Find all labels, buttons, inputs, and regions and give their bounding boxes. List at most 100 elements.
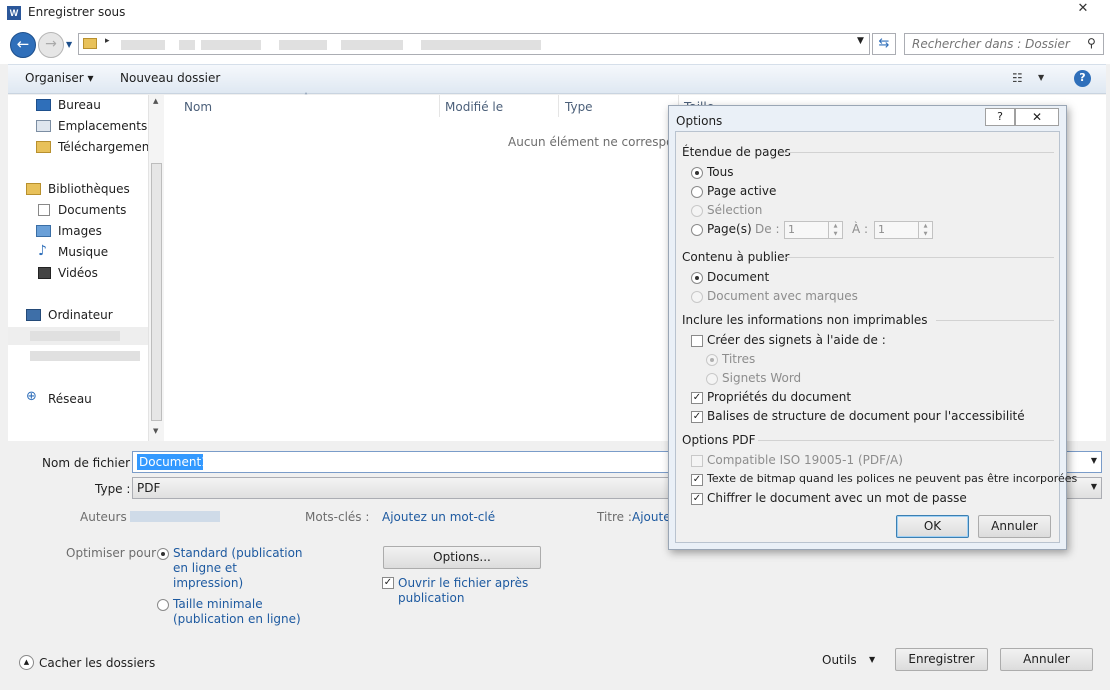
properties-label[interactable]: Propriétés du document: [707, 390, 851, 404]
bookmarks-checkbox[interactable]: [691, 335, 703, 347]
range-current-label[interactable]: Page active: [707, 184, 776, 198]
column-divider[interactable]: [439, 95, 440, 117]
address-bar[interactable]: ▸ ▼: [78, 33, 870, 55]
help-icon[interactable]: ?: [1074, 70, 1091, 87]
optimize-standard-label-1[interactable]: Standard (publication: [173, 546, 303, 560]
save-button[interactable]: Enregistrer: [895, 648, 988, 671]
add-keyword-link[interactable]: Ajoutez un mot-clé: [382, 510, 495, 524]
publish-document-radio[interactable]: [691, 272, 703, 284]
redacted-path-segment: [421, 40, 481, 50]
hide-folders-button[interactable]: Cacher les dossiers: [39, 656, 155, 670]
title-bar: W Enregistrer sous ✕: [0, 0, 1110, 26]
cancel-button[interactable]: Annuler: [1000, 648, 1093, 671]
filename-input[interactable]: [137, 454, 203, 470]
refresh-button[interactable]: ⇆: [872, 33, 896, 55]
dialog-ok-button[interactable]: OK: [896, 515, 969, 538]
new-folder-button[interactable]: Nouveau dossier: [120, 71, 220, 85]
network-icon: ⊕: [26, 389, 37, 404]
redacted-path-segment: [279, 40, 327, 50]
nav-item-music[interactable]: Musique: [58, 245, 108, 259]
optimize-standard-label-2[interactable]: en ligne et: [173, 561, 237, 575]
tools-chevron-down-icon[interactable]: ▼: [869, 655, 875, 664]
redacted-label: [30, 351, 140, 361]
breadcrumb-separator-icon[interactable]: ▸: [105, 36, 110, 46]
range-all-label[interactable]: Tous: [707, 165, 734, 179]
search-input[interactable]: [905, 34, 1083, 54]
publish-document-label[interactable]: Document: [707, 270, 769, 284]
scroll-up-icon[interactable]: ▲: [153, 97, 158, 105]
stepper-arrows-icon[interactable]: ▲ ▼: [828, 222, 842, 238]
window-close-button[interactable]: ✕: [1060, 0, 1106, 20]
optimize-standard-radio[interactable]: [157, 548, 169, 560]
encrypt-checkbox[interactable]: ✓: [691, 493, 703, 505]
range-to-stepper[interactable]: 1 ▲ ▼: [874, 221, 933, 239]
dialog-cancel-button[interactable]: Annuler: [978, 515, 1051, 538]
range-pages-label[interactable]: Page(s): [707, 222, 752, 236]
nav-scroll-thumb[interactable]: [151, 163, 162, 421]
range-from-stepper[interactable]: 1 ▲ ▼: [784, 221, 843, 239]
iso-checkbox[interactable]: [691, 455, 703, 467]
filename-label: Nom de fichier :: [42, 456, 138, 470]
keywords-label: Mots-clés :: [305, 510, 370, 524]
range-all-radio[interactable]: [691, 167, 703, 179]
structure-tags-label[interactable]: Balises de structure de document pour l'…: [707, 409, 1025, 423]
optimize-minimal-label-2[interactable]: (publication en ligne): [173, 612, 301, 626]
dialog-help-button[interactable]: ?: [985, 108, 1015, 126]
view-options-icon[interactable]: ☷: [1012, 71, 1023, 85]
nav-item-desktop[interactable]: Bureau: [58, 98, 101, 112]
nav-item-computer[interactable]: Ordinateur: [48, 308, 113, 322]
nav-scrollbar[interactable]: ▲ ▼: [148, 95, 164, 441]
nav-item-network[interactable]: Réseau: [48, 392, 92, 406]
open-after-label-2[interactable]: publication: [398, 591, 464, 605]
address-dropdown-icon[interactable]: ▼: [857, 36, 864, 46]
nav-item-videos[interactable]: Vidéos: [58, 266, 98, 280]
images-icon: [36, 225, 51, 237]
back-button[interactable]: ←: [10, 32, 36, 58]
search-icon[interactable]: ⚲: [1087, 36, 1096, 50]
folder-icon: [83, 38, 97, 49]
page-range-heading: Étendue de pages: [682, 145, 791, 159]
bookmarks-word-radio[interactable]: [706, 373, 718, 385]
encrypt-label[interactable]: Chiffrer le document avec un mot de pass…: [707, 491, 967, 505]
filename-dropdown-icon[interactable]: ▼: [1091, 456, 1097, 465]
open-after-label-1[interactable]: Ouvrir le fichier après: [398, 576, 528, 590]
optimize-minimal-label-1[interactable]: Taille minimale: [173, 597, 263, 611]
publish-markup-radio[interactable]: [691, 291, 703, 303]
type-dropdown-icon[interactable]: ▼: [1091, 482, 1097, 491]
bookmarks-headings-radio[interactable]: [706, 354, 718, 366]
organiser-menu-button[interactable]: Organiser ▾: [25, 71, 93, 85]
column-header-type[interactable]: Type: [565, 100, 593, 114]
bitmap-text-label[interactable]: Texte de bitmap quand les polices ne peu…: [707, 472, 1077, 485]
column-divider[interactable]: [558, 95, 559, 117]
stepper-arrows-icon[interactable]: ▲ ▼: [918, 222, 932, 238]
optimize-minimal-radio[interactable]: [157, 599, 169, 611]
range-selection-radio[interactable]: [691, 205, 703, 217]
range-pages-radio[interactable]: [691, 224, 703, 236]
authors-value-redacted[interactable]: [130, 511, 220, 522]
optimize-standard-label-3[interactable]: impression): [173, 576, 243, 590]
options-button[interactable]: Options...: [383, 546, 541, 569]
view-chevron-down-icon[interactable]: ▼: [1038, 73, 1044, 82]
add-title-link[interactable]: Ajoute: [632, 510, 671, 524]
forward-button[interactable]: →: [38, 32, 64, 58]
tools-menu-button[interactable]: Outils: [822, 653, 857, 667]
redacted-path-segment: [341, 40, 403, 50]
scroll-down-icon[interactable]: ▼: [153, 427, 158, 435]
bitmap-text-checkbox[interactable]: ✓: [691, 474, 703, 486]
collapse-folders-icon[interactable]: ▲: [19, 655, 34, 670]
iso-label: Compatible ISO 19005-1 (PDF/A): [707, 453, 903, 467]
nav-item-libraries[interactable]: Bibliothèques: [48, 182, 130, 196]
nav-item-downloads[interactable]: Téléchargements: [58, 140, 160, 154]
nav-item-documents[interactable]: Documents: [58, 203, 126, 217]
history-chevron-down-icon[interactable]: ▼: [66, 40, 72, 49]
structure-tags-checkbox[interactable]: ✓: [691, 411, 703, 423]
nav-item-images[interactable]: Images: [58, 224, 102, 238]
range-current-radio[interactable]: [691, 186, 703, 198]
properties-checkbox[interactable]: ✓: [691, 392, 703, 404]
open-after-checkbox[interactable]: ✓: [382, 577, 394, 589]
dialog-close-button[interactable]: ✕: [1015, 108, 1059, 126]
column-header-name[interactable]: Nom: [184, 100, 212, 114]
search-box[interactable]: ⚲: [904, 33, 1104, 55]
column-header-modified[interactable]: Modifié le: [445, 100, 503, 114]
bookmarks-label[interactable]: Créer des signets à l'aide de :: [707, 333, 886, 347]
